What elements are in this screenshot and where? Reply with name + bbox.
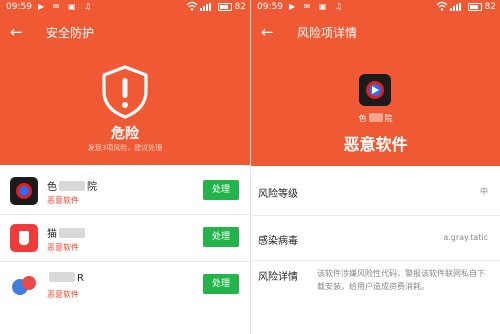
nav-bar: ← 安全防护 bbox=[0, 20, 250, 46]
notification-icons: ▶ ✉ ▣ ♫ bbox=[38, 2, 95, 11]
status-bar: 09:59 ▶ ✉ ▣ ♫ 82 bbox=[0, 0, 250, 15]
risk-detail-label: 风险详情 bbox=[258, 272, 298, 283]
malware-category: 恶意软件 bbox=[343, 135, 408, 154]
risk-level-value: 中 bbox=[480, 187, 488, 196]
handle-button[interactable]: 处理 bbox=[203, 274, 239, 294]
malware-tag: 恶意软件 bbox=[47, 290, 79, 299]
wifi-icon bbox=[186, 1, 198, 14]
battery-icon bbox=[468, 3, 482, 11]
risk-detail-screen: 09:59 ▶ ✉ ▣ ♫ 82 ← 风险项详情 色院 恶意软件 风险等级 中 … bbox=[251, 0, 500, 334]
risk-list: 色院 恶意软件 处理 猫 恶意软件 处理 R 恶意软件 处理 bbox=[0, 168, 250, 309]
list-item[interactable]: 色院 恶意软件 处理 bbox=[0, 168, 250, 215]
handle-button[interactable]: 处理 bbox=[203, 180, 239, 200]
chat-bubbles-icon bbox=[10, 271, 38, 299]
back-arrow-icon[interactable]: ← bbox=[261, 22, 274, 42]
battery-level: 82 bbox=[484, 2, 496, 12]
page-title: 风险项详情 bbox=[297, 26, 358, 40]
app-name: R bbox=[47, 272, 84, 285]
infected-virus-value: a.gray.tatic bbox=[443, 233, 488, 242]
redacted-name bbox=[368, 113, 383, 122]
cat-app-icon bbox=[10, 224, 38, 252]
redacted-name bbox=[59, 228, 85, 238]
handle-button[interactable]: 处理 bbox=[203, 227, 239, 247]
notification-icons: ▶ ✉ ▣ ♫ bbox=[289, 2, 346, 11]
battery-level: 82 bbox=[234, 2, 246, 12]
redacted-name bbox=[59, 181, 85, 191]
malware-tag: 恶意软件 bbox=[47, 196, 79, 205]
danger-status-subtitle: 发现3项风险，建议处理 bbox=[87, 144, 163, 152]
back-arrow-icon[interactable]: ← bbox=[10, 22, 23, 42]
malware-tag: 恶意软件 bbox=[47, 243, 79, 252]
risk-detail-text: 该软件涉嫌风险性代码，警报该软件联网私自下载安装，给用户造成资费消耗。 bbox=[317, 269, 485, 291]
infected-virus-row: 感染病毒 a.gray.tatic bbox=[251, 216, 500, 261]
status-bar: 09:59 ▶ ✉ ▣ ♫ 82 bbox=[251, 0, 500, 15]
list-item[interactable]: 猫 恶意软件 处理 bbox=[0, 215, 250, 262]
battery-icon bbox=[218, 3, 232, 11]
app-name: 色院 bbox=[358, 113, 393, 123]
infected-virus-label: 感染病毒 bbox=[258, 236, 298, 247]
signal-icon bbox=[200, 3, 212, 11]
video-player-icon bbox=[359, 74, 391, 106]
list-item[interactable]: R 恶意软件 处理 bbox=[0, 262, 250, 309]
risk-detail-row: 风险详情 该软件涉嫌风险性代码，警报该软件联网私自下载安装，给用户造成资费消耗。 bbox=[251, 261, 500, 334]
status-time: 09:59 bbox=[6, 2, 32, 12]
risk-level-row: 风险等级 中 bbox=[251, 166, 500, 216]
redacted-name bbox=[49, 272, 75, 282]
page-title: 安全防护 bbox=[46, 26, 95, 40]
risk-level-label: 风险等级 bbox=[258, 189, 298, 200]
danger-status-title: 危险 bbox=[111, 126, 139, 142]
app-name: 色院 bbox=[47, 181, 97, 193]
nav-bar: ← 风险项详情 bbox=[251, 20, 500, 46]
video-player-icon bbox=[10, 177, 38, 205]
status-time: 09:59 bbox=[257, 2, 283, 12]
signal-icon bbox=[450, 3, 462, 11]
security-protection-screen: 09:59 ▶ ✉ ▣ ♫ 82 ← 安全防护 危险 发现3项风险，建议处理 色… bbox=[0, 0, 250, 334]
app-name: 猫 bbox=[47, 225, 87, 240]
wifi-icon bbox=[436, 1, 448, 14]
shield-warning-icon bbox=[102, 65, 148, 119]
